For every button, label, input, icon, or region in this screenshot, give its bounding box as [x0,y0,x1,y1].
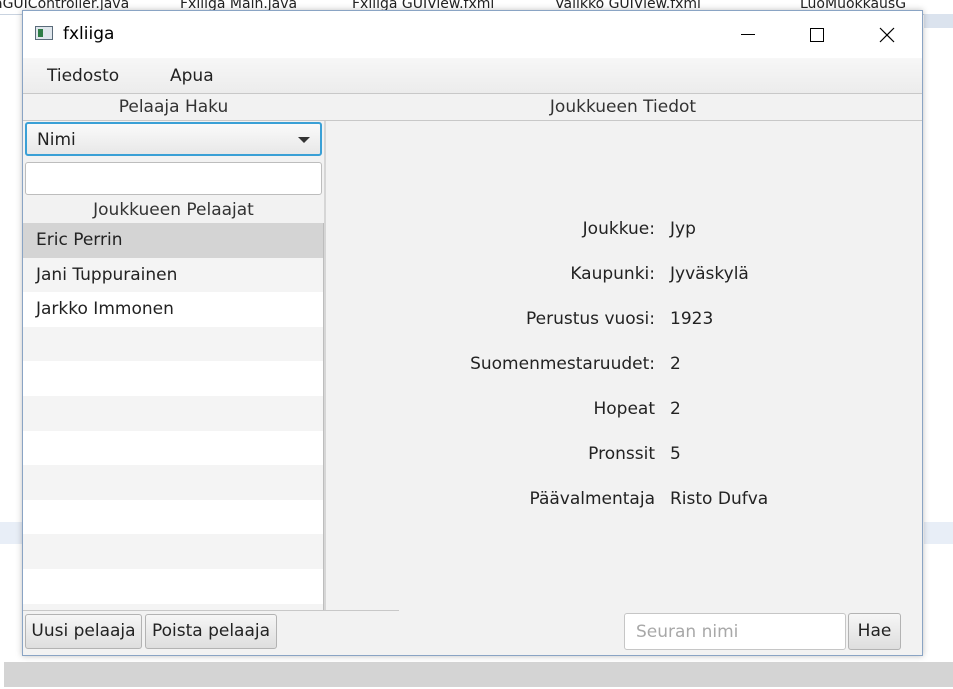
empty-list-row [23,361,323,396]
detail-value: 2 [670,354,681,374]
dropdown-arrow-icon [298,137,310,143]
detail-row-silvers: Hopeat 2 [326,399,922,423]
players-list[interactable]: Eric Perrin Jani Tuppurainen Jarkko Immo… [23,223,324,610]
player-search-heading: Pelaaja Haku [23,94,324,121]
maximize-button[interactable] [794,11,840,58]
detail-value: Jyväskylä [670,264,749,284]
search-button[interactable]: Hae [848,613,901,650]
detail-row-city: Kaupunki: Jyväskylä [326,264,922,288]
empty-list-row [23,326,323,362]
menu-bar: Tiedosto Apua [23,58,922,94]
detail-label: Suomenmestaruudet: [470,354,655,374]
detail-label: Päävalmentaja [529,489,655,509]
detail-row-head-coach: Päävalmentaja Risto Dufva [326,489,922,513]
player-search-input[interactable] [25,162,322,195]
detail-value: 5 [670,444,681,464]
team-name-search-input[interactable] [624,613,846,650]
close-icon [879,27,895,42]
detail-row-founded: Perustus vuosi: 1923 [326,309,922,333]
app-window: fxliiga Tiedosto Apua Pelaaja Haku Joukk… [22,10,923,656]
minimize-icon [741,34,755,35]
detail-label: Kaupunki: [570,264,655,284]
empty-list-row [23,534,323,569]
list-item[interactable]: Jarkko Immonen [23,292,323,327]
empty-list-row [23,395,323,431]
empty-list-row [23,430,323,466]
player-search-panel: Nimi Joukkueen Pelaajat Eric Perrin Jani… [23,121,324,610]
combo-selected-value: Nimi [37,130,76,150]
remove-player-button[interactable]: Poista pelaaja [145,614,277,649]
detail-value: 1923 [670,309,714,329]
players-list-heading: Joukkueen Pelaajat [93,200,254,220]
detail-value: Risto Dufva [670,489,769,509]
menu-apua[interactable]: Apua [170,66,214,86]
menu-tiedosto[interactable]: Tiedosto [47,66,119,86]
background-bottom-bar [4,662,953,687]
detail-label: Hopeat [593,399,655,419]
detail-label: Perustus vuosi: [526,309,655,329]
title-bar[interactable]: fxliiga [23,11,922,58]
maximize-icon [810,27,824,42]
background-strip [924,14,953,28]
background-band [924,522,953,544]
team-details-heading: Joukkueen Tiedot [324,94,922,121]
empty-list-row [23,499,323,535]
search-field-combo[interactable]: Nimi [25,122,322,156]
detail-value: Jyp [670,219,696,239]
bottom-separator [23,610,399,611]
background-band [0,522,22,544]
empty-list-row [23,568,323,604]
detail-row-bronzes: Pronssit 5 [326,444,922,468]
add-player-button[interactable]: Uusi pelaaja [25,614,142,649]
detail-label: Joukkue: [582,219,655,239]
list-item[interactable]: Eric Perrin [23,223,323,258]
detail-row-championships: Suomenmestaruudet: 2 [326,354,922,378]
detail-row-team: Joukkue: Jyp [326,219,922,243]
team-details-panel: Joukkue: Jyp Kaupunki: Jyväskylä Perustu… [326,121,922,610]
detail-value: 2 [670,399,681,419]
window-title: fxliiga [63,24,115,44]
app-icon [35,26,53,40]
empty-list-row [23,465,323,500]
close-button[interactable] [864,11,910,58]
detail-label: Pronssit [588,444,655,464]
list-item[interactable]: Jani Tuppurainen [23,257,323,293]
minimize-button[interactable] [725,11,771,58]
